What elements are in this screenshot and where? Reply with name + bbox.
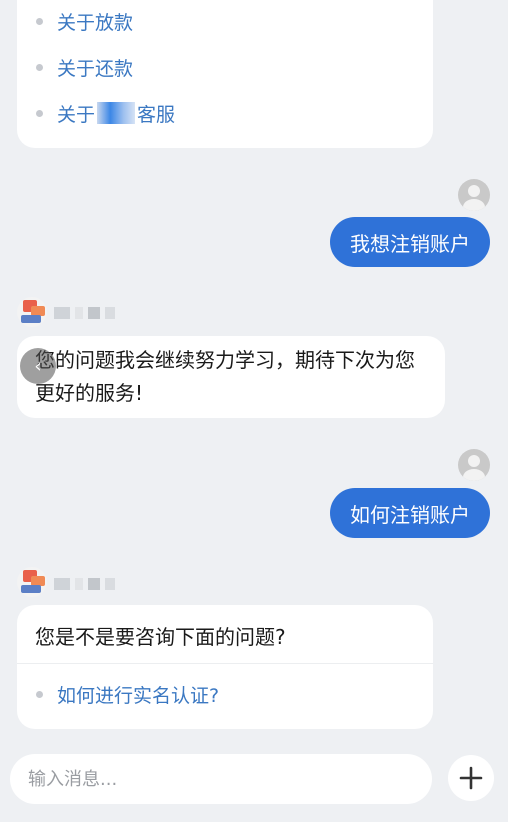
redacted-text <box>97 102 136 124</box>
message-text: 如何注销账户 <box>350 502 470 527</box>
bullet-icon <box>36 17 43 25</box>
bot-avatar <box>17 567 47 597</box>
message-text: 您是不是要咨询下面的问题? <box>35 625 286 649</box>
plus-icon <box>459 766 483 790</box>
add-attachment-button[interactable] <box>448 755 494 801</box>
faq-link[interactable]: 关于还款 <box>17 52 433 82</box>
suggested-question-link[interactable]: 如何进行实名认证? <box>17 679 433 709</box>
user-avatar <box>458 449 490 481</box>
chat-screen: 关于放款 关于还款 关于 客服 我想注销账户 您的问题我会继续努力学习，期待下次… <box>0 0 508 822</box>
message-text: 您的问题我会继续努力学习，期待下次为您更好的服务! <box>35 348 415 405</box>
chevron-left-icon[interactable]: ‹ <box>20 348 56 384</box>
bot-message-bubble: 您的问题我会继续努力学习，期待下次为您更好的服务! <box>17 336 445 418</box>
bullet-icon <box>36 63 43 71</box>
divider <box>17 663 433 664</box>
bullet-icon <box>36 690 43 698</box>
user-avatar <box>458 179 490 211</box>
message-text: 我想注销账户 <box>350 231 470 256</box>
faq-link-label: 关于还款 <box>57 57 134 80</box>
faq-link[interactable]: 关于放款 <box>17 6 433 36</box>
faq-link[interactable]: 关于 客服 <box>17 98 433 128</box>
bot-name-redacted <box>54 306 120 320</box>
bot-question-card: 您是不是要咨询下面的问题? 如何进行实名认证? <box>17 605 433 729</box>
message-input-container <box>10 754 432 804</box>
faq-link-label-prefix: 关于 <box>57 103 96 126</box>
user-message-bubble: 我想注销账户 <box>330 217 490 267</box>
suggested-question-label: 如何进行实名认证? <box>57 684 220 707</box>
message-input[interactable] <box>28 768 432 790</box>
bot-avatar <box>17 297 47 327</box>
user-message-bubble: 如何注销账户 <box>330 488 490 538</box>
bot-name-redacted <box>54 577 120 591</box>
faq-card: 关于放款 关于还款 关于 客服 <box>17 0 433 148</box>
faq-link-label-suffix: 客服 <box>137 103 176 126</box>
bullet-icon <box>36 109 43 117</box>
faq-link-label: 关于放款 <box>57 11 134 34</box>
